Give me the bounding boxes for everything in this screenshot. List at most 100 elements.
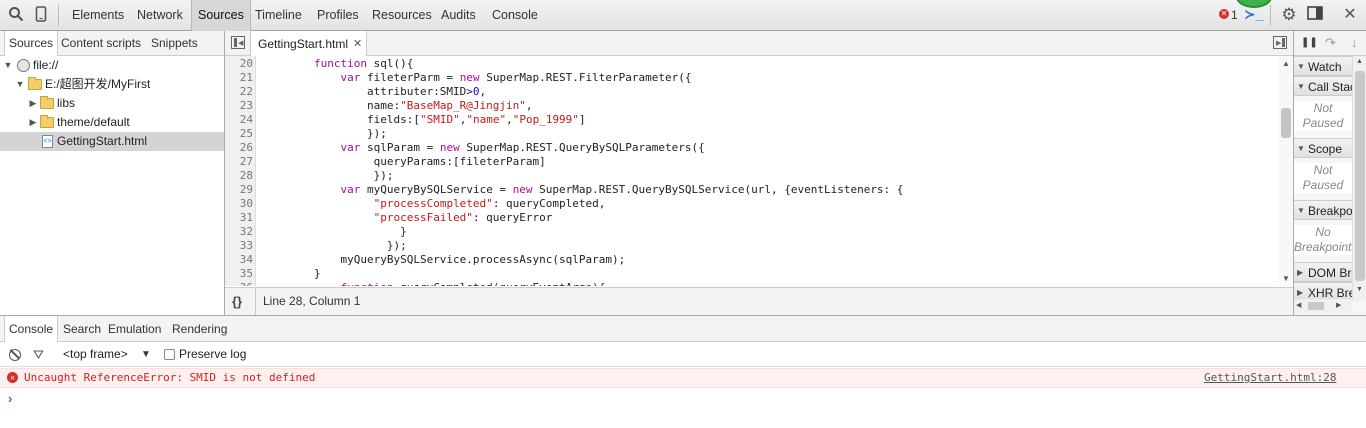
filter-icon[interactable]: ⛛: [33, 342, 44, 367]
pane-watch[interactable]: Watch: [1294, 56, 1352, 76]
code-area[interactable]: 2021222324252627282930313233343536 funct…: [225, 56, 1275, 286]
tab-console[interactable]: Console: [486, 0, 544, 31]
scroll-down-arrow-icon[interactable]: ▼: [1282, 274, 1290, 283]
chevron-down-icon[interactable]: ▼: [141, 342, 151, 367]
expand-arrow-icon[interactable]: ▼: [15, 75, 25, 94]
file-tab-gettingstart[interactable]: GettingStart.html ✕: [250, 31, 367, 56]
scroll-down-arrow-icon[interactable]: ▼: [1356, 286, 1363, 293]
code-line[interactable]: attributer:SMID>0,: [261, 85, 486, 99]
toggle-debugger-icon[interactable]: ▶: [1273, 36, 1287, 49]
collapse-arrow-icon[interactable]: ▶: [28, 113, 38, 132]
code-line[interactable]: var myQueryBySQLService = new SuperMap.R…: [261, 183, 903, 197]
code-line[interactable]: });: [261, 127, 387, 141]
inspect-element-icon[interactable]: [7, 6, 25, 24]
frame-selector[interactable]: <top frame>: [63, 342, 128, 367]
toggle-navigator-icon[interactable]: ◀: [231, 36, 245, 49]
settings-gear-icon[interactable]: ⚙: [1280, 6, 1298, 24]
line-number[interactable]: 35: [225, 267, 253, 281]
scrollbar-thumb[interactable]: [1355, 71, 1365, 281]
preserve-log-checkbox[interactable]: [164, 349, 175, 360]
code-line[interactable]: myQueryBySQLService.processAsync(sqlPara…: [261, 253, 625, 267]
tree-item-project-folder[interactable]: ▼ E:/超图开发/MyFirst: [0, 75, 224, 94]
line-number[interactable]: 30: [225, 197, 253, 211]
sidebar-hscrollbar[interactable]: ◀ ▶: [1294, 298, 1352, 313]
tab-console-drawer[interactable]: Console: [4, 316, 59, 342]
tab-timeline[interactable]: Timeline: [249, 0, 308, 31]
line-number[interactable]: 34: [225, 253, 253, 267]
clear-console-icon[interactable]: [9, 349, 21, 361]
error-count[interactable]: 1: [1231, 8, 1238, 22]
code-line[interactable]: var sqlParam = new SuperMap.REST.QueryBy…: [261, 141, 704, 155]
error-source-link[interactable]: GettingStart.html:28: [1204, 369, 1336, 387]
code-line[interactable]: fields:["SMID","name","Pop_1999"]: [261, 113, 586, 127]
editor-scrollbar[interactable]: ▲ ▼: [1279, 56, 1293, 286]
pretty-print-button[interactable]: {}: [232, 288, 242, 315]
code-line[interactable]: "processFailed": queryError: [261, 211, 553, 225]
tab-content-scripts[interactable]: Content scripts: [57, 31, 145, 56]
scroll-right-arrow-icon[interactable]: ▶: [1336, 301, 1341, 309]
tab-snippets[interactable]: Snippets: [147, 31, 202, 56]
tree-item-libs[interactable]: ▶ libs: [0, 94, 224, 113]
scroll-up-arrow-icon[interactable]: ▲: [1356, 58, 1363, 65]
error-icon[interactable]: ✕: [1219, 9, 1229, 19]
dock-side-icon[interactable]: [1306, 6, 1324, 24]
tab-rendering[interactable]: Rendering: [168, 316, 231, 342]
line-number[interactable]: 29: [225, 183, 253, 197]
device-mode-icon[interactable]: [32, 6, 50, 24]
tree-item-theme-default[interactable]: ▶ theme/default: [0, 113, 224, 132]
tree-item-file-root[interactable]: ▼ file://: [0, 56, 224, 75]
tab-sources[interactable]: Sources: [191, 0, 251, 31]
tab-sources-nav[interactable]: Sources: [4, 31, 59, 56]
sidebar-scrollbar[interactable]: ▲ ▼: [1352, 56, 1366, 301]
collapse-arrow-icon[interactable]: ▶: [28, 94, 38, 113]
code-line[interactable]: });: [261, 169, 394, 183]
line-number[interactable]: 23: [225, 99, 253, 113]
code-line[interactable]: var fileterParm = new SuperMap.REST.Filt…: [261, 71, 691, 85]
code-line[interactable]: function sql(){: [261, 57, 413, 71]
tab-audits[interactable]: Audits: [435, 0, 482, 31]
tab-network[interactable]: Network: [131, 0, 189, 31]
line-number[interactable]: 28: [225, 169, 253, 183]
code-line[interactable]: function queryCompleted(queryEventArgs){: [261, 281, 605, 286]
code-line[interactable]: queryParams:[fileterParam]: [261, 155, 546, 169]
line-number[interactable]: 27: [225, 155, 253, 169]
line-number[interactable]: 36: [225, 281, 253, 286]
tab-elements[interactable]: Elements: [66, 0, 130, 31]
line-number[interactable]: 26: [225, 141, 253, 155]
line-number[interactable]: 32: [225, 225, 253, 239]
code-line[interactable]: name:"BaseMap_R@Jingjin",: [261, 99, 533, 113]
scroll-left-arrow-icon[interactable]: ◀: [1296, 301, 1301, 309]
close-icon[interactable]: ✕: [1341, 6, 1359, 24]
line-number[interactable]: 21: [225, 71, 253, 85]
code-line[interactable]: }: [261, 267, 321, 281]
scrollbar-thumb[interactable]: [1281, 108, 1291, 138]
line-number[interactable]: 22: [225, 85, 253, 99]
close-tab-icon[interactable]: ✕: [353, 37, 362, 50]
tab-resources[interactable]: Resources: [366, 0, 438, 31]
line-number-gutter[interactable]: 2021222324252627282930313233343536: [225, 56, 256, 286]
line-number[interactable]: 25: [225, 127, 253, 141]
line-number[interactable]: 24: [225, 113, 253, 127]
step-into-icon[interactable]: ↓: [1351, 35, 1358, 50]
line-number[interactable]: 33: [225, 239, 253, 253]
pane-scope[interactable]: Scope: [1294, 138, 1352, 158]
expand-arrow-icon[interactable]: ▼: [3, 56, 13, 75]
pane-call-stack[interactable]: Call Stack: [1294, 76, 1352, 96]
pause-icon[interactable]: ❚❚: [1301, 37, 1318, 48]
line-number[interactable]: 20: [225, 57, 253, 71]
tab-search[interactable]: Search: [59, 316, 105, 342]
code-line[interactable]: }: [261, 225, 407, 239]
hscrollbar-thumb[interactable]: [1308, 302, 1324, 310]
show-console-icon[interactable]: ≻_: [1244, 6, 1264, 24]
code-line[interactable]: });: [261, 239, 407, 253]
console-prompt[interactable]: ›: [8, 391, 12, 406]
pane-breakpoints[interactable]: Breakpoints: [1294, 200, 1352, 220]
scroll-up-arrow-icon[interactable]: ▲: [1282, 59, 1290, 68]
pane-dom-breakpoints[interactable]: DOM Breakpoints: [1294, 262, 1352, 282]
step-over-icon[interactable]: ↷: [1325, 35, 1336, 51]
code-line[interactable]: "processCompleted": queryCompleted,: [261, 197, 606, 211]
tab-profiles[interactable]: Profiles: [311, 0, 365, 31]
tree-item-gettingstart-html[interactable]: <> GettingStart.html: [0, 132, 224, 151]
line-number[interactable]: 31: [225, 211, 253, 225]
tab-emulation[interactable]: Emulation: [104, 316, 165, 342]
